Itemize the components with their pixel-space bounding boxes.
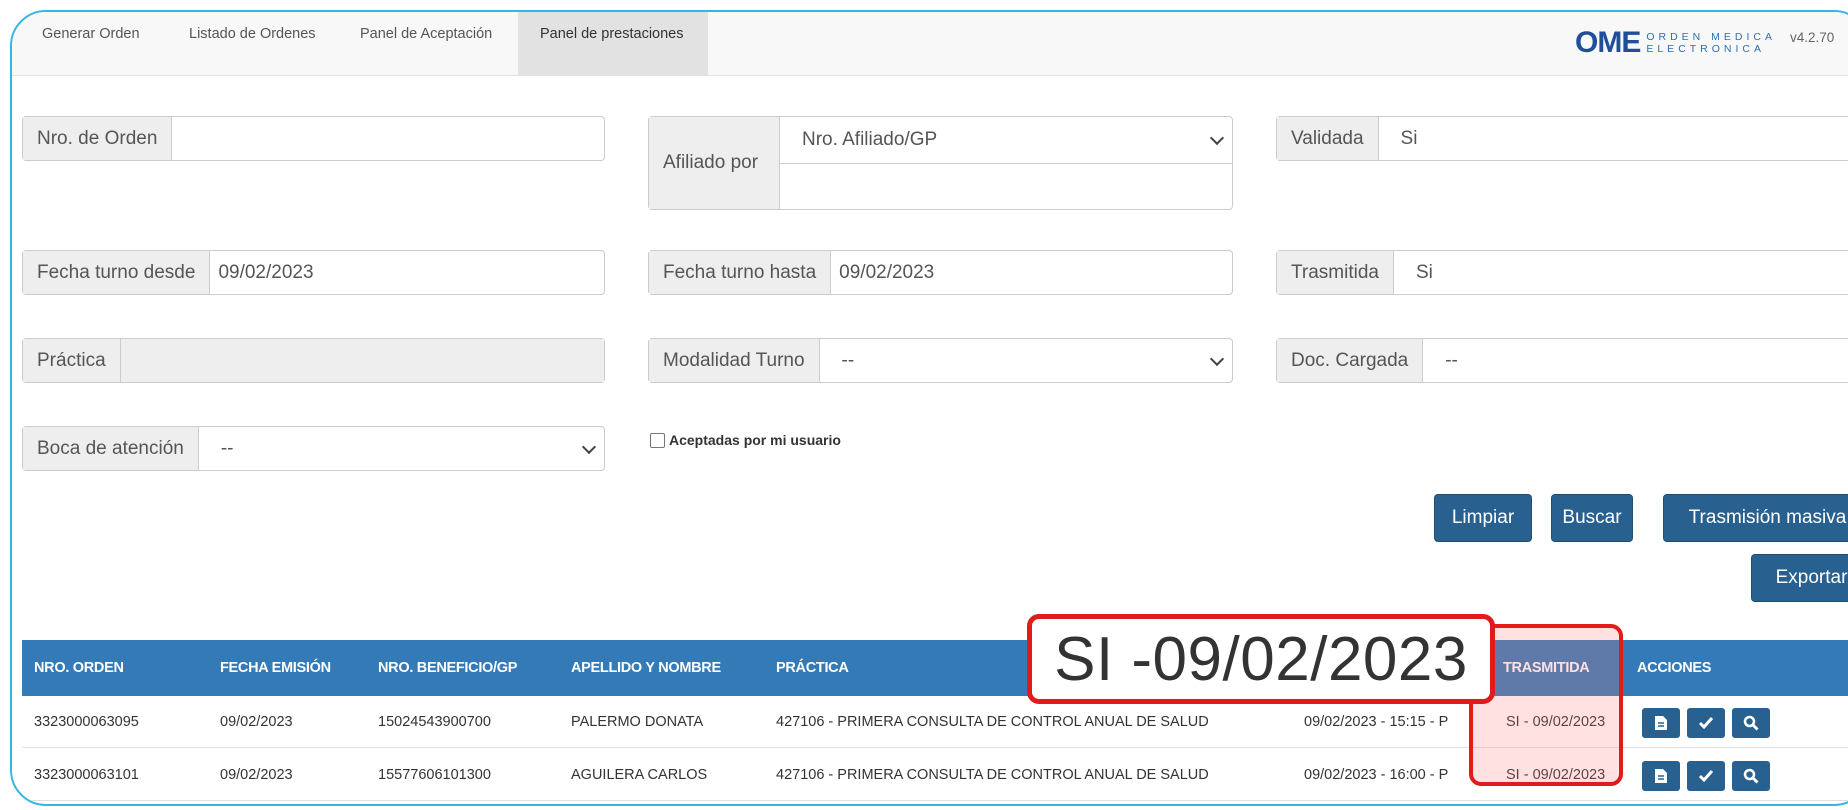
limpiar-button[interactable]: Limpiar <box>1434 494 1532 542</box>
validada-group: Validada Si <box>1276 116 1848 161</box>
row-actions <box>1642 708 1770 738</box>
brand-ome: OME <box>1575 26 1641 59</box>
chevron-down-icon <box>581 439 597 454</box>
document-button[interactable] <box>1642 708 1680 738</box>
search-icon <box>1743 768 1759 784</box>
trasmitida-label: Trasmitida <box>1277 251 1394 294</box>
fecha-desde-group: Fecha turno desde 09/02/2023 <box>22 250 605 295</box>
trasmision-masiva-button[interactable]: Trasmisión masiva <box>1663 494 1848 542</box>
tab-listado-ordenes[interactable]: Listado de Ordenes <box>189 12 316 76</box>
boca-group: Boca de atención -- <box>22 426 605 471</box>
cell-nro-orden: 3323000063101 <box>34 767 139 783</box>
fecha-hasta-input[interactable]: 09/02/2023 <box>831 251 1232 294</box>
document-icon <box>1655 716 1667 730</box>
col-practica[interactable]: PRÁCTICA <box>776 640 849 696</box>
boca-value: -- <box>220 437 234 459</box>
cell-beneficio: 15024543900700 <box>378 714 491 730</box>
document-button[interactable] <box>1642 761 1680 791</box>
boca-select[interactable]: -- <box>199 427 604 470</box>
aceptadas-label: Aceptadas por mi usuario <box>669 432 841 448</box>
doc-cargada-label: Doc. Cargada <box>1277 339 1424 382</box>
doc-cargada-select[interactable]: -- <box>1423 339 1848 382</box>
accept-button[interactable] <box>1687 761 1725 791</box>
tab-panel-aceptacion[interactable]: Panel de Aceptación <box>360 12 492 76</box>
check-icon <box>1698 717 1714 730</box>
exportar-button[interactable]: Exportar <box>1751 554 1848 602</box>
modalidad-group: Modalidad Turno -- <box>648 338 1233 383</box>
cell-beneficio: 15577606101300 <box>378 767 491 783</box>
col-beneficio[interactable]: NRO. BENEFICIO/GP <box>378 640 517 696</box>
cell-fecha-emision: 09/02/2023 <box>220 714 293 730</box>
cell-fecha-emision: 09/02/2023 <box>220 767 293 783</box>
checkbox-box[interactable] <box>650 432 665 448</box>
afiliado-fields: Nro. Afiliado/GP <box>780 117 1232 209</box>
check-icon <box>1698 770 1714 783</box>
search-icon <box>1743 715 1759 731</box>
afiliado-label: Afiliado por <box>649 117 780 209</box>
doc-cargada-value: -- <box>1445 349 1458 371</box>
col-fecha-emision[interactable]: FECHA EMISIÓN <box>220 640 331 696</box>
document-icon <box>1655 769 1667 783</box>
zoom-callout: SI -09/02/2023 <box>1027 614 1495 704</box>
cell-turno: 09/02/2023 - 16:00 - P <box>1304 767 1449 783</box>
practica-label: Práctica <box>23 339 121 382</box>
cell-nombre: AGUILERA CARLOS <box>571 767 708 783</box>
aceptadas-checkbox[interactable]: Aceptadas por mi usuario <box>650 432 841 448</box>
cell-nombre: PALERMO DONATA <box>571 714 704 730</box>
nro-orden-label: Nro. de Orden <box>23 117 173 160</box>
brand-subtitle: ORDEN MEDICA ELECTRONICA <box>1646 31 1777 55</box>
cell-practica: 427106 - PRIMERA CONSULTA DE CONTROL ANU… <box>776 767 1209 783</box>
afiliado-select-value: Nro. Afiliado/GP <box>802 128 938 150</box>
doc-cargada-group: Doc. Cargada -- <box>1276 338 1848 383</box>
afiliado-group: Afiliado por Nro. Afiliado/GP <box>648 116 1233 210</box>
chevron-down-icon <box>1209 351 1225 366</box>
col-nombre[interactable]: APELLIDO Y NOMBRE <box>571 640 721 696</box>
modalidad-value: -- <box>841 349 855 371</box>
boca-label: Boca de atención <box>23 427 199 470</box>
practica-input <box>120 339 604 382</box>
fecha-desde-input[interactable]: 09/02/2023 <box>210 251 604 294</box>
view-button[interactable] <box>1732 708 1770 738</box>
validada-value: Si <box>1400 127 1418 149</box>
afiliado-input[interactable] <box>780 164 1232 210</box>
row-actions <box>1642 761 1770 791</box>
col-acciones: ACCIONES <box>1637 660 1712 676</box>
trasmitida-group: Trasmitida Si <box>1276 250 1848 295</box>
nro-orden-input[interactable] <box>172 117 604 160</box>
buscar-button[interactable]: Buscar <box>1551 494 1633 542</box>
view-button[interactable] <box>1732 761 1770 791</box>
chevron-down-icon <box>1209 130 1225 145</box>
tab-generar-orden[interactable]: Generar Orden <box>42 12 140 76</box>
fecha-hasta-group: Fecha turno hasta 09/02/2023 <box>648 250 1233 295</box>
validada-select[interactable]: Si <box>1379 117 1848 160</box>
nro-orden-group: Nro. de Orden <box>22 116 605 161</box>
tab-panel-prestaciones[interactable]: Panel de prestaciones <box>518 12 708 76</box>
app-frame: Generar Orden Listado de Ordenes Panel d… <box>10 10 1848 806</box>
practica-group: Práctica <box>22 338 605 383</box>
trasmitida-select[interactable]: Si <box>1394 251 1848 294</box>
modalidad-select[interactable]: -- <box>820 339 1232 382</box>
validada-label: Validada <box>1277 117 1379 160</box>
col-nro-orden[interactable]: NRO. ORDEN <box>34 640 124 696</box>
afiliado-select[interactable]: Nro. Afiliado/GP <box>780 117 1232 164</box>
brand-logo: OME ORDEN MEDICA ELECTRONICA <box>1575 26 1776 60</box>
app-version: v4.2.70 <box>1790 30 1835 45</box>
trasmitida-value: Si <box>1415 261 1433 283</box>
cell-nro-orden: 3323000063095 <box>34 714 139 730</box>
fecha-desde-label: Fecha turno desde <box>23 251 211 294</box>
accept-button[interactable] <box>1687 708 1725 738</box>
fecha-hasta-label: Fecha turno hasta <box>649 251 832 294</box>
top-nav: Generar Orden Listado de Ordenes Panel d… <box>12 12 1848 76</box>
modalidad-label: Modalidad Turno <box>649 339 820 382</box>
